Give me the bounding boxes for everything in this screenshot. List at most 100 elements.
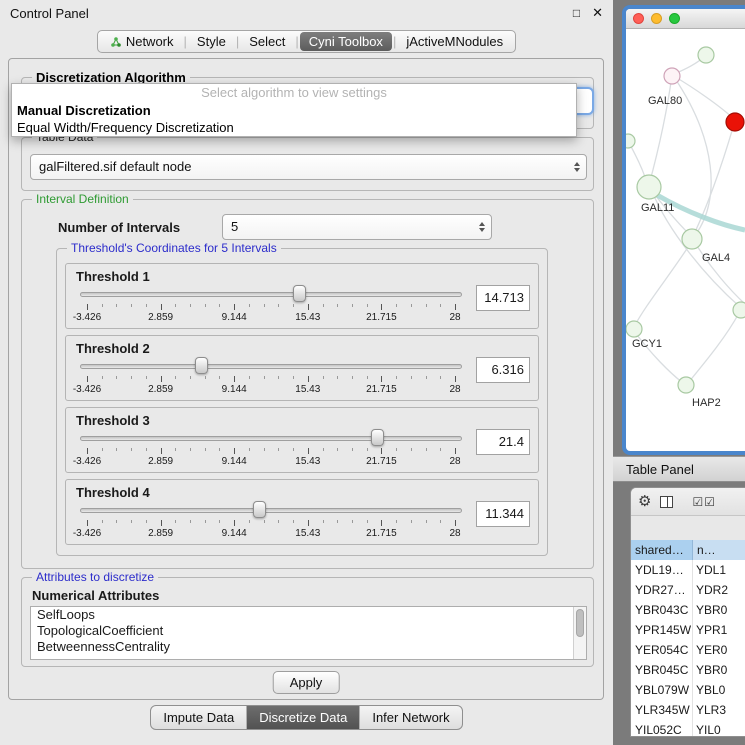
zoom-traffic-light[interactable] (669, 13, 680, 24)
slider-tick (278, 448, 279, 451)
combo-arrows-icon (479, 222, 485, 232)
table-toolbar: ⚙ ☑☑ (631, 488, 745, 516)
table-row[interactable]: YDL19…YDL1 (631, 560, 745, 580)
column-header[interactable]: n… (693, 540, 745, 560)
table-cell[interactable]: YBL0 (693, 680, 745, 700)
table-row[interactable]: YDR27…YDR2 (631, 580, 745, 600)
table-row[interactable]: YBR045CYBR0 (631, 660, 745, 680)
attribute-list-item[interactable]: BetweennessCentrality (31, 639, 586, 655)
table-data-combobox[interactable]: galFiltered.sif default node (30, 154, 587, 180)
column-chooser-icon[interactable] (660, 496, 673, 508)
table-cell[interactable]: YER0 (693, 640, 745, 660)
slider-thumb[interactable] (253, 501, 266, 518)
threshold-label: Threshold 4 (76, 485, 150, 500)
slider-thumb[interactable] (195, 357, 208, 374)
table-row[interactable]: YIL052CYIL0 (631, 720, 745, 736)
num-intervals-combobox[interactable]: 5 (222, 214, 492, 240)
table-cell[interactable]: YPR145W (631, 620, 693, 640)
attribute-list-scrollbar[interactable] (573, 607, 586, 659)
attribute-list-item[interactable]: SelfLoops (31, 607, 586, 623)
gear-icon[interactable]: ⚙ (638, 494, 651, 509)
bottom-tab-infer-network[interactable]: Infer Network (359, 706, 461, 729)
slider-thumb[interactable] (293, 285, 306, 302)
slider-scale-label: 2.859 (148, 312, 173, 323)
slider-thumb[interactable] (371, 429, 384, 446)
table-cell[interactable]: YBR045C (631, 660, 693, 680)
slider-tick (323, 376, 324, 379)
float-window-icon[interactable]: □ (573, 6, 580, 20)
table-cell[interactable]: YLR3 (693, 700, 745, 720)
checkbox-icons[interactable]: ☑☑ (692, 496, 716, 508)
network-node[interactable] (698, 47, 714, 63)
tab-style[interactable]: Style (188, 32, 235, 51)
table-cell[interactable]: YIL052C (631, 720, 693, 736)
table-row[interactable]: YLR345WYLR3 (631, 700, 745, 720)
table-cell[interactable]: YIL0 (693, 720, 745, 736)
network-node[interactable] (626, 321, 642, 337)
slider-tick (205, 304, 206, 307)
threshold-value-field[interactable]: 6.316 (476, 357, 530, 383)
table-cell[interactable]: YBR0 (693, 660, 745, 680)
table-row[interactable]: YER054CYER0 (631, 640, 745, 660)
algorithm-placeholder: Select algorithm to view settings (12, 84, 576, 102)
threshold-slider[interactable]: -3.4262.8599.14415.4321.71528 (80, 359, 462, 399)
table-row[interactable]: YPR145WYPR1 (631, 620, 745, 640)
threshold-value-field[interactable]: 14.713 (476, 285, 530, 311)
minimize-traffic-light[interactable] (651, 13, 662, 24)
table-cell[interactable]: YBR043C (631, 600, 693, 620)
tab-jactivemnodules[interactable]: jActiveMNodules (397, 32, 512, 51)
tab-network[interactable]: Network (101, 32, 183, 51)
table-row[interactable]: YBR043CYBR0 (631, 600, 745, 620)
apply-button[interactable]: Apply (273, 671, 340, 694)
slider-tick (161, 520, 162, 526)
tab-label: Cyni Toolbox (309, 34, 383, 49)
network-node[interactable] (626, 134, 635, 148)
network-node[interactable] (733, 302, 745, 318)
slider-tick (308, 520, 309, 526)
combo-arrows-icon (574, 162, 580, 172)
column-header[interactable]: shared… (631, 540, 693, 560)
network-node[interactable] (637, 175, 661, 199)
slider-tick (367, 376, 368, 379)
slider-tick (426, 304, 427, 307)
selected-network-node[interactable] (726, 113, 744, 131)
table-cell[interactable]: YER054C (631, 640, 693, 660)
network-node[interactable] (664, 68, 680, 84)
tab-label: jActiveMNodules (406, 34, 503, 49)
network-node[interactable] (678, 377, 694, 393)
threshold-value-field[interactable]: 11.344 (476, 501, 530, 527)
tab-select[interactable]: Select (240, 32, 294, 51)
table-cell[interactable]: YDR2 (693, 580, 745, 600)
network-canvas[interactable]: GAL80 GAL11 GAL4 GCY1 HAP2 (626, 29, 745, 455)
slider-tick (323, 448, 324, 451)
scrollbar-thumb[interactable] (576, 609, 584, 637)
bottom-tab-discretize-data[interactable]: Discretize Data (246, 706, 359, 729)
slider-scale-label: 21.715 (366, 384, 397, 395)
slider-tick (190, 520, 191, 523)
table-cell[interactable]: YDL1 (693, 560, 745, 580)
slider-tick (411, 376, 412, 379)
table-cell[interactable]: YBL079W (631, 680, 693, 700)
attribute-list-item[interactable]: TopologicalCoefficient (31, 623, 586, 639)
table-cell[interactable]: YBR0 (693, 600, 745, 620)
tab-cyni-toolbox[interactable]: Cyni Toolbox (300, 32, 392, 51)
close-traffic-light[interactable] (633, 13, 644, 24)
table-row[interactable]: YBL079WYBL0 (631, 680, 745, 700)
network-node[interactable] (682, 229, 702, 249)
table-cell[interactable]: YPR1 (693, 620, 745, 640)
threshold-row: Threshold 1-3.4262.8599.14415.4321.71528… (65, 263, 539, 329)
slider-tick (161, 376, 162, 382)
bottom-tab-impute-data[interactable]: Impute Data (151, 706, 246, 729)
table-cell[interactable]: YLR345W (631, 700, 693, 720)
table-cell[interactable]: YDL19… (631, 560, 693, 580)
algorithm-option[interactable]: Manual Discretization (12, 102, 576, 119)
table-cell[interactable]: YDR27… (631, 580, 693, 600)
close-icon[interactable]: ✕ (592, 5, 603, 21)
threshold-slider[interactable]: -3.4262.8599.14415.4321.71528 (80, 287, 462, 327)
threshold-slider[interactable]: -3.4262.8599.14415.4321.71528 (80, 431, 462, 471)
threshold-slider[interactable]: -3.4262.8599.14415.4321.71528 (80, 503, 462, 543)
slider-tick (323, 520, 324, 523)
threshold-value-field[interactable]: 21.4 (476, 429, 530, 455)
algorithm-option[interactable]: Equal Width/Frequency Discretization (12, 119, 576, 136)
slider-scale-label: 15.43 (295, 456, 320, 467)
